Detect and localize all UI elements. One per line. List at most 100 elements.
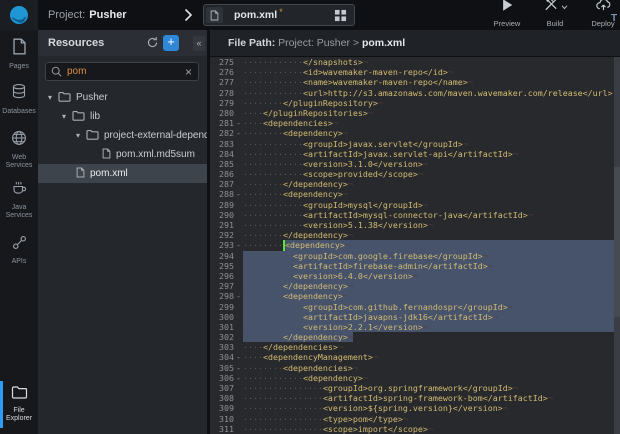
line-content[interactable]: ····</pluginRepositories>¬	[243, 108, 620, 118]
fold-marker[interactable]: -	[234, 373, 243, 383]
refresh-icon[interactable]	[146, 36, 159, 49]
code-line-300[interactable]: 300············<artifactId>javapns-jdk16…	[210, 312, 620, 322]
expand-arrow-icon[interactable]: ▾	[62, 112, 72, 121]
code-line-277[interactable]: 277············<name>wavemaker-maven-rep…	[210, 77, 620, 87]
code-line-306[interactable]: 306-············<dependency>¬	[210, 373, 620, 383]
tree-item-pusher[interactable]: ▾Pusher	[38, 88, 207, 107]
code-area[interactable]: 275············</snapshots>¬276·········…	[210, 57, 620, 434]
line-content[interactable]: ··········<version>6.4.0</version>¬	[243, 271, 620, 281]
fold-marker[interactable]: -	[234, 363, 243, 373]
line-content[interactable]: ········</dependency>¬	[243, 179, 620, 189]
expand-arrow-icon[interactable]: ▾	[48, 93, 58, 102]
code-line-292[interactable]: 292········</dependency>¬	[210, 230, 620, 240]
code-line-285[interactable]: 285············<version>3.1.0</version>¬	[210, 159, 620, 169]
code-line-282[interactable]: 282-········<dependency>¬	[210, 128, 620, 138]
code-line-299[interactable]: 299············<groupId>com.github.ferna…	[210, 302, 620, 312]
add-resource-button[interactable]: +	[163, 35, 179, 51]
code-line-279[interactable]: 279········</pluginRepository>¬	[210, 98, 620, 108]
line-content[interactable]: ················<scope>import</scope>¬	[243, 424, 620, 434]
line-content[interactable]: ····<dependencyManagement>¬	[243, 352, 620, 362]
line-content[interactable]: ··········<groupId>com.google.firebase</…	[243, 251, 620, 261]
fold-marker[interactable]: -	[234, 118, 243, 128]
code-line-310[interactable]: 310················<type>pom</type>¬	[210, 414, 620, 424]
line-content[interactable]: ················<version>${spring.versio…	[243, 403, 620, 413]
code-line-275[interactable]: 275············</snapshots>¬	[210, 57, 620, 67]
tab-pom-xml[interactable]: pom.xml *	[203, 4, 355, 26]
line-content[interactable]: ············<name>wavemaker-maven-repo</…	[243, 77, 620, 87]
line-content[interactable]: ················<artifactId>spring-frame…	[243, 393, 620, 403]
line-content[interactable]: ········</dependency>¬	[243, 332, 620, 342]
grid-view-icon[interactable]	[334, 9, 347, 22]
code-line-294[interactable]: 294··········<groupId>com.google.firebas…	[210, 251, 620, 261]
editor-scrollbar[interactable]	[614, 57, 620, 434]
line-content[interactable]: ············<url>http://s3.amazonaws.com…	[243, 88, 620, 98]
line-content[interactable]: ············</snapshots>¬	[243, 57, 620, 67]
sidebar-item-databases[interactable]: Databases	[0, 83, 38, 116]
line-content[interactable]: ············<version>2.2.1</version>¬	[243, 322, 620, 332]
sidebar-item-pages[interactable]: Pages	[0, 38, 38, 71]
code-line-290[interactable]: 290············<artifactId>mysql-connect…	[210, 210, 620, 220]
code-line-291[interactable]: 291············<version>5.1.38</version>…	[210, 220, 620, 230]
code-line-289[interactable]: 289············<groupId>mysql</groupId>¬	[210, 200, 620, 210]
fold-marker[interactable]: -	[234, 189, 243, 199]
collapse-panel-button[interactable]: «	[193, 36, 205, 51]
line-content[interactable]: ········<dependency>¬	[243, 128, 620, 138]
code-line-308[interactable]: 308················<artifactId>spring-fr…	[210, 393, 620, 403]
tree-item-lib[interactable]: ▾lib	[38, 107, 207, 126]
code-line-286[interactable]: 286············<scope>provided</scope>¬	[210, 169, 620, 179]
line-content[interactable]: ········<dependency>¬	[243, 189, 620, 199]
line-content[interactable]: ············<groupId>javax.servlet</grou…	[243, 139, 620, 149]
line-content[interactable]: ············<version>3.1.0</version>¬	[243, 159, 620, 169]
code-line-297[interactable]: 297········</dependency>¬	[210, 281, 620, 291]
line-content[interactable]: ············<dependency>¬	[243, 373, 620, 383]
line-content[interactable]: ············<scope>provided</scope>¬	[243, 169, 620, 179]
tree-item-pom-xml[interactable]: pom.xml	[38, 164, 207, 183]
code-line-280[interactable]: 280····</pluginRepositories>¬	[210, 108, 620, 118]
line-content[interactable]: ············<artifactId>javax.servlet-ap…	[243, 149, 620, 159]
preview-button[interactable]: Preview	[488, 2, 526, 30]
line-content[interactable]: ················<type>pom</type>¬	[243, 414, 620, 424]
fold-marker[interactable]: -	[234, 291, 243, 301]
line-content[interactable]: ············<artifactId>javapns-jdk16</a…	[243, 312, 620, 322]
line-content[interactable]: ········</pluginRepository>¬	[243, 98, 620, 108]
line-content[interactable]: ········</dependency>¬	[243, 281, 620, 291]
code-line-295[interactable]: 295··········<artifactId>firebase-admin<…	[210, 261, 620, 271]
code-line-281[interactable]: 281-····<dependencies>¬	[210, 118, 620, 128]
code-line-304[interactable]: 304-····<dependencyManagement>¬	[210, 352, 620, 362]
code-line-303[interactable]: 303····</dependencies>¬	[210, 342, 620, 352]
code-line-284[interactable]: 284············<artifactId>javax.servlet…	[210, 149, 620, 159]
tree-item-pom-xml-md5sum[interactable]: pom.xml.md5sum	[38, 145, 207, 164]
sidebar-item-java-services[interactable]: Java Services	[0, 180, 38, 219]
sidebar-item-file-explorer[interactable]: File Explorer	[0, 385, 38, 422]
scrollbar-thumb[interactable]	[614, 167, 620, 317]
clear-search-icon[interactable]: ×	[185, 65, 192, 79]
tree-item-project-external-dependencies[interactable]: ▾project-external-dependencies	[38, 126, 207, 145]
line-content[interactable]: ··········<artifactId>firebase-admin</ar…	[243, 261, 620, 271]
code-line-298[interactable]: 298-········<dependency>¬	[210, 291, 620, 301]
line-content[interactable]: ····</dependencies>¬	[243, 342, 620, 352]
code-line-296[interactable]: 296··········<version>6.4.0</version>¬	[210, 271, 620, 281]
code-line-302[interactable]: 302········</dependency>¬	[210, 332, 620, 342]
fold-marker[interactable]: -	[234, 128, 243, 138]
search-input[interactable]	[67, 66, 185, 77]
code-line-293[interactable]: 293-········<dependency>¬	[210, 240, 620, 250]
line-content[interactable]: ············<groupId>mysql</groupId>¬	[243, 200, 620, 210]
code-line-276[interactable]: 276············<id>wavemaker-maven-repo<…	[210, 67, 620, 77]
code-line-288[interactable]: 288-········<dependency>¬	[210, 189, 620, 199]
expand-arrow-icon[interactable]: ▾	[76, 131, 86, 140]
fold-marker[interactable]: -	[234, 240, 243, 250]
line-content[interactable]: ················<groupId>org.springframe…	[243, 383, 620, 393]
code-line-301[interactable]: 301············<version>2.2.1</version>¬	[210, 322, 620, 332]
code-line-305[interactable]: 305-········<dependencies>¬	[210, 363, 620, 373]
sidebar-item-web-services[interactable]: Web Services	[0, 130, 38, 169]
line-content[interactable]: ············<artifactId>mysql-connector-…	[243, 210, 620, 220]
line-content[interactable]: ············<groupId>com.github.fernando…	[243, 302, 620, 312]
code-line-311[interactable]: 311················<scope>import</scope>…	[210, 424, 620, 434]
sidebar-item-apis[interactable]: APIs	[0, 235, 38, 266]
line-content[interactable]: ············<version>5.1.38</version>¬	[243, 220, 620, 230]
line-content[interactable]: ········<dependencies>¬	[243, 363, 620, 373]
line-content[interactable]: ········<dependency>¬	[243, 291, 620, 301]
line-content[interactable]: ········<dependency>¬	[243, 240, 620, 250]
app-logo[interactable]	[0, 0, 38, 30]
code-line-309[interactable]: 309················<version>${spring.ver…	[210, 403, 620, 413]
